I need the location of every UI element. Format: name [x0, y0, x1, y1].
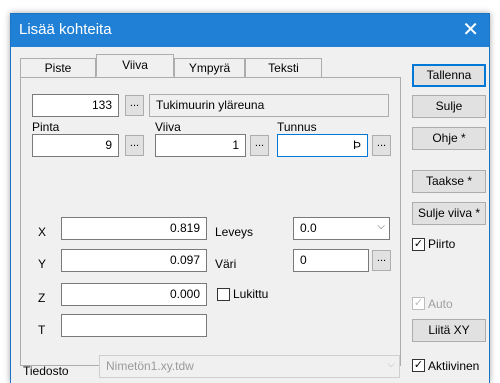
chevron-down-icon: ⌵ — [377, 221, 385, 232]
chevron-down-icon: ⌵ — [387, 359, 395, 370]
title-bar[interactable]: Lisää kohteita ✕ — [11, 14, 489, 47]
x-field[interactable]: 0.819 — [61, 217, 207, 240]
tab-label: Teksti — [268, 61, 299, 75]
t-label: T — [38, 323, 46, 337]
tiedosto-label: Tiedosto — [23, 364, 69, 378]
sulje-viiva-button[interactable]: Sulje viiva * — [412, 202, 486, 225]
y-label: Y — [38, 257, 47, 271]
liita-xy-button[interactable]: Liitä XY — [412, 319, 486, 342]
viiva-label: Viiva — [155, 120, 181, 134]
tallenna-button[interactable]: Tallenna — [412, 64, 486, 87]
lukittu-label: Lukittu — [233, 287, 269, 301]
pinta-field[interactable]: 9 — [32, 134, 119, 157]
tunnus-browse-button[interactable]: ... — [372, 135, 391, 156]
leveys-label: Leveys — [215, 225, 254, 239]
pinta-label: Pinta — [32, 120, 60, 134]
vari-browse-button[interactable]: ... — [372, 250, 391, 271]
aktiivinen-checkbox[interactable]: ✓ — [412, 359, 425, 372]
tiedosto-value: Nimetön1.xy.tdw — [106, 359, 194, 373]
piirto-checkbox[interactable]: ✓ — [412, 238, 425, 251]
dialog-window: Lisää kohteita ✕ Piste Viiva Ympyrä Teks… — [10, 13, 490, 383]
lukittu-checkbox[interactable] — [217, 288, 230, 301]
tab-label: Ympyrä — [188, 61, 231, 75]
piirto-label: Piirto — [428, 237, 456, 251]
viiva-field[interactable]: 1 — [155, 134, 246, 157]
z-field[interactable]: 0.000 — [61, 283, 207, 306]
tiedosto-select[interactable]: Nimetön1.xy.tdw ⌵ — [99, 355, 400, 378]
tab-teksti[interactable]: Teksti — [245, 58, 322, 77]
name-field[interactable]: Tukimuurin yläreuna — [149, 94, 389, 117]
ohje-button[interactable]: Ohje * — [412, 127, 486, 150]
t-field[interactable] — [61, 314, 207, 337]
number-browse-button[interactable]: ... — [125, 95, 144, 116]
tab-ympyra[interactable]: Ympyrä — [174, 58, 245, 77]
auto-checkbox[interactable]: ✓ — [412, 297, 425, 310]
taakse-button[interactable]: Taakse * — [412, 170, 486, 193]
auto-label: Auto — [428, 297, 453, 311]
leveys-value: 0.0 — [300, 221, 317, 235]
leveys-select[interactable]: 0.0 ⌵ — [293, 217, 390, 240]
aktiivinen-label: Aktiivinen — [428, 359, 480, 373]
tab-piste[interactable]: Piste — [20, 58, 96, 77]
tab-viiva[interactable]: Viiva — [96, 54, 174, 77]
number-field[interactable]: 133 — [32, 94, 119, 117]
tab-label: Piste — [44, 61, 72, 75]
dialog-title: Lisää kohteita — [19, 21, 112, 38]
tunnus-field[interactable]: Þ — [277, 134, 368, 157]
x-label: X — [38, 225, 47, 239]
viiva-browse-button[interactable]: ... — [250, 135, 269, 156]
y-field[interactable]: 0.097 — [61, 249, 207, 272]
vari-label: Väri — [215, 257, 237, 271]
pinta-browse-button[interactable]: ... — [125, 135, 144, 156]
tab-label: Viiva — [122, 58, 148, 72]
tunnus-label: Tunnus — [277, 120, 317, 134]
sulje-button[interactable]: Sulje — [412, 95, 486, 118]
close-icon[interactable]: ✕ — [462, 18, 479, 42]
z-label: Z — [38, 291, 46, 305]
vari-field[interactable]: 0 — [293, 249, 369, 272]
